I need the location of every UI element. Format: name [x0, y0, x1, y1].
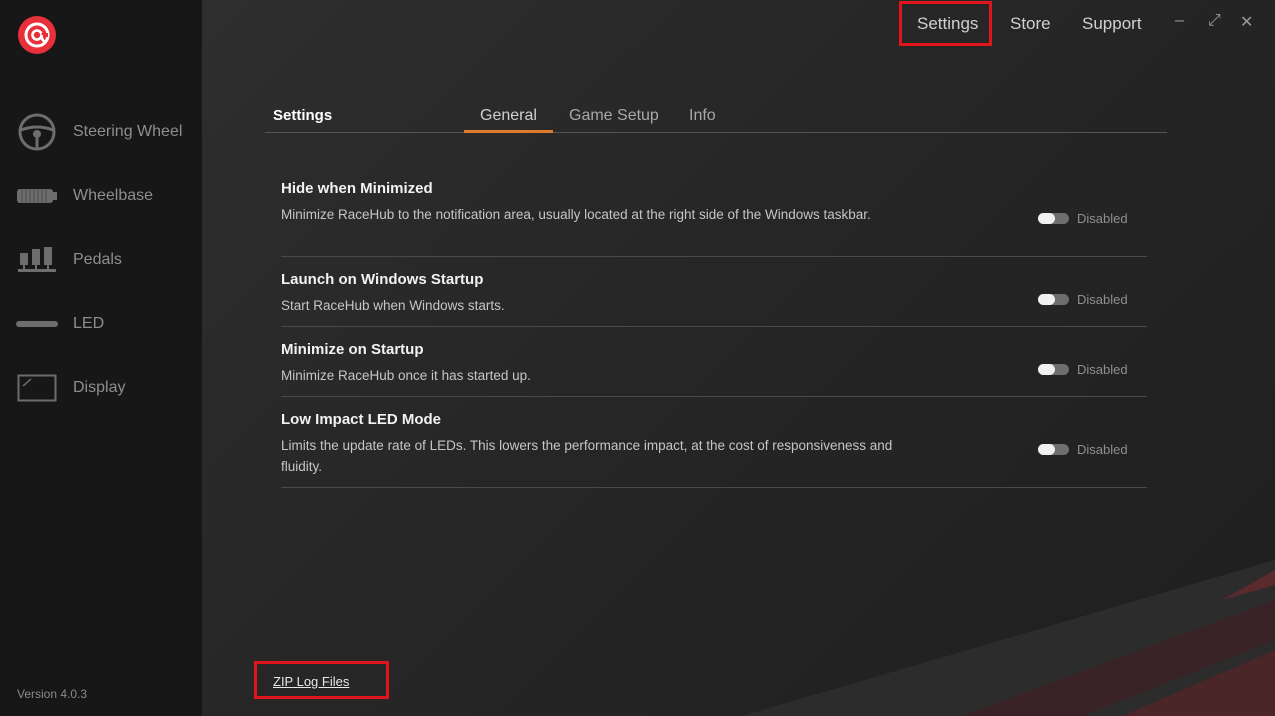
maximize-icon[interactable]: ⤢: [1208, 12, 1221, 30]
pedals-icon: [16, 240, 58, 280]
sidebar-item-label: Steering Wheel: [73, 123, 183, 140]
toggle-knob: [1038, 444, 1055, 455]
tab-game-setup[interactable]: Game Setup: [569, 107, 659, 125]
sidebar-item-pedals[interactable]: Pedals: [0, 228, 202, 292]
setting-description: Minimize RaceHub once it has started up.: [281, 368, 531, 383]
header-divider: [265, 132, 1167, 133]
tab-general[interactable]: General: [480, 107, 537, 125]
page-title: Settings: [273, 107, 333, 124]
toggle-state-label: Disabled: [1077, 442, 1128, 457]
setting-row-launch-on-startup: Launch on Windows Startup Start RaceHub …: [281, 271, 1147, 327]
minimize-icon[interactable]: –: [1175, 12, 1184, 30]
setting-title: Launch on Windows Startup: [281, 271, 484, 288]
toggle-knob: [1038, 364, 1055, 375]
tab-info[interactable]: Info: [689, 107, 716, 125]
setting-row-low-impact-led: Low Impact LED Mode Limits the update ra…: [281, 411, 1147, 488]
setting-title: Hide when Minimized: [281, 180, 433, 197]
sidebar: Steering Wheel Wheelbase Pedals LED Disp…: [0, 0, 202, 716]
main-panel: Settings Store Support – ⤢ ✕ Settings Ge…: [202, 0, 1275, 716]
toggle-switch[interactable]: [1038, 213, 1069, 224]
setting-row-minimize-on-startup: Minimize on Startup Minimize RaceHub onc…: [281, 341, 1147, 397]
sidebar-item-label: Wheelbase: [73, 187, 154, 204]
setting-title: Low Impact LED Mode: [281, 411, 442, 428]
display-icon: [16, 368, 58, 408]
sidebar-item-label: LED: [73, 315, 105, 332]
topnav-store[interactable]: Store: [1010, 14, 1051, 34]
sidebar-item-label: Display: [73, 379, 126, 396]
led-bar-icon: [16, 304, 58, 344]
toggle-knob: [1038, 294, 1055, 305]
sidebar-item-display[interactable]: Display: [0, 356, 202, 420]
row-divider: [281, 256, 1147, 257]
top-nav: Settings Store Support – ⤢ ✕: [202, 0, 1275, 46]
toggle-knob: [1038, 213, 1055, 224]
sidebar-item-led[interactable]: LED: [0, 292, 202, 356]
sidebar-item-wheelbase[interactable]: Wheelbase: [0, 164, 202, 228]
toggle-state-label: Disabled: [1077, 362, 1128, 377]
wheelbase-icon: [16, 176, 58, 216]
toggle-switch[interactable]: [1038, 444, 1069, 455]
toggle-switch[interactable]: [1038, 294, 1069, 305]
steering-wheel-icon: [16, 112, 58, 152]
version-label: Version 4.0.3: [17, 687, 88, 701]
sidebar-item-steering-wheel[interactable]: Steering Wheel: [0, 100, 202, 164]
sidebar-item-label: Pedals: [73, 251, 122, 268]
setting-description: Minimize RaceHub to the notification are…: [281, 207, 871, 222]
row-divider: [281, 326, 1147, 327]
toggle-switch[interactable]: [1038, 364, 1069, 375]
racehub-logo[interactable]: [17, 15, 57, 55]
highlight-settings: [899, 1, 992, 46]
setting-title: Minimize on Startup: [281, 341, 424, 358]
sidebar-nav: Steering Wheel Wheelbase Pedals LED Disp…: [0, 100, 202, 420]
row-divider: [281, 487, 1147, 488]
highlight-zip-log: [254, 661, 389, 699]
active-tab-indicator: [464, 130, 553, 133]
toggle-state-label: Disabled: [1077, 292, 1128, 307]
setting-description: Limits the update rate of LEDs. This low…: [281, 438, 893, 474]
close-icon[interactable]: ✕: [1240, 12, 1253, 32]
setting-description: Start RaceHub when Windows starts.: [281, 298, 505, 313]
toggle-state-label: Disabled: [1077, 211, 1128, 226]
topnav-support[interactable]: Support: [1082, 14, 1142, 34]
row-divider: [281, 396, 1147, 397]
setting-row-hide-when-minimized: Hide when Minimized Minimize RaceHub to …: [281, 180, 1147, 257]
